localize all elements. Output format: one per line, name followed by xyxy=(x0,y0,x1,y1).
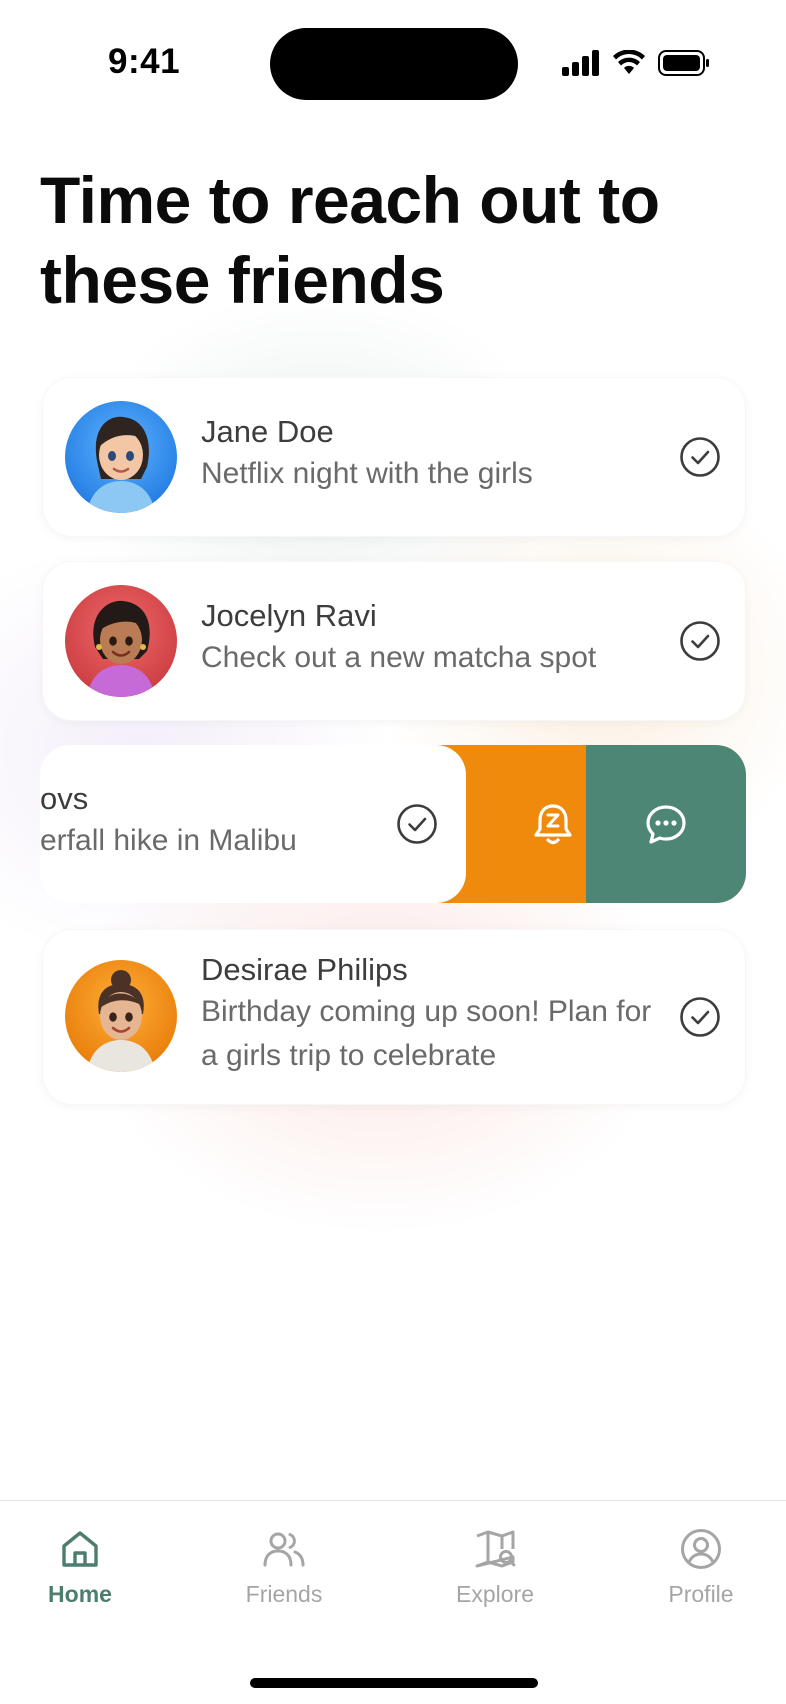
tab-label: Explore xyxy=(456,1581,534,1607)
map-search-icon xyxy=(475,1530,516,1568)
wifi-icon xyxy=(613,50,645,74)
swiped-friend-row[interactable]: ovs erfall hike in Malibu xyxy=(40,745,746,903)
profile-icon xyxy=(681,1529,721,1569)
friend-card-jocelyn-ravi[interactable]: Jocelyn Ravi Check out a new matcha spot xyxy=(42,561,746,721)
friend-card-desirae-philips[interactable]: Desirae Philips Birthday coming up soon!… xyxy=(42,929,746,1105)
friend-card-jane-doe[interactable]: Jane Doe Netflix night with the girls xyxy=(42,377,746,537)
tab-label: Profile xyxy=(668,1581,734,1607)
friend-card-swiped[interactable]: ovs erfall hike in Malibu xyxy=(40,745,466,903)
dynamic-island xyxy=(270,28,518,100)
friends-icon xyxy=(263,1532,305,1567)
page-title: Time to reach out to these friends xyxy=(40,163,660,317)
status-bar: 9:41 xyxy=(0,0,786,130)
tab-bar: Home Friends Explore Profile xyxy=(0,1500,786,1704)
bell-snooze-icon xyxy=(534,804,572,845)
status-icons xyxy=(562,46,710,80)
check-circle-icon[interactable] xyxy=(679,620,721,662)
friend-note: Netflix night with the girls xyxy=(201,457,533,490)
tab-label: Friends xyxy=(245,1581,323,1607)
cellular-signal-icon xyxy=(562,50,599,76)
tab-profile[interactable]: Profile xyxy=(631,1527,771,1608)
check-circle-icon[interactable] xyxy=(396,803,438,845)
check-circle-icon[interactable] xyxy=(679,996,721,1038)
app-screen: 9:41 Time to reach out to these friends xyxy=(0,0,786,1704)
tab-friends[interactable]: Friends xyxy=(214,1527,354,1608)
status-time: 9:41 xyxy=(108,42,181,81)
home-icon xyxy=(62,1531,98,1567)
battery-icon xyxy=(658,50,709,76)
chat-bubble-icon xyxy=(646,805,686,844)
tab-explore[interactable]: Explore xyxy=(425,1527,565,1608)
friend-name: Jocelyn Ravi xyxy=(201,598,377,633)
friend-note: Birthday coming up soon! Plan for a girl… xyxy=(201,995,652,1072)
tab-home[interactable]: Home xyxy=(10,1527,150,1608)
message-button[interactable] xyxy=(586,745,746,903)
tab-label: Home xyxy=(48,1581,112,1607)
friend-name: Jane Doe xyxy=(201,414,334,449)
check-circle-icon[interactable] xyxy=(679,436,721,478)
avatar xyxy=(65,401,177,513)
friend-note: Check out a new matcha spot xyxy=(201,641,597,674)
friend-name: Desirae Philips xyxy=(201,952,408,987)
avatar xyxy=(65,960,177,1072)
avatar xyxy=(65,585,177,697)
home-indicator xyxy=(250,1678,538,1688)
friend-name: ovs xyxy=(40,781,89,816)
